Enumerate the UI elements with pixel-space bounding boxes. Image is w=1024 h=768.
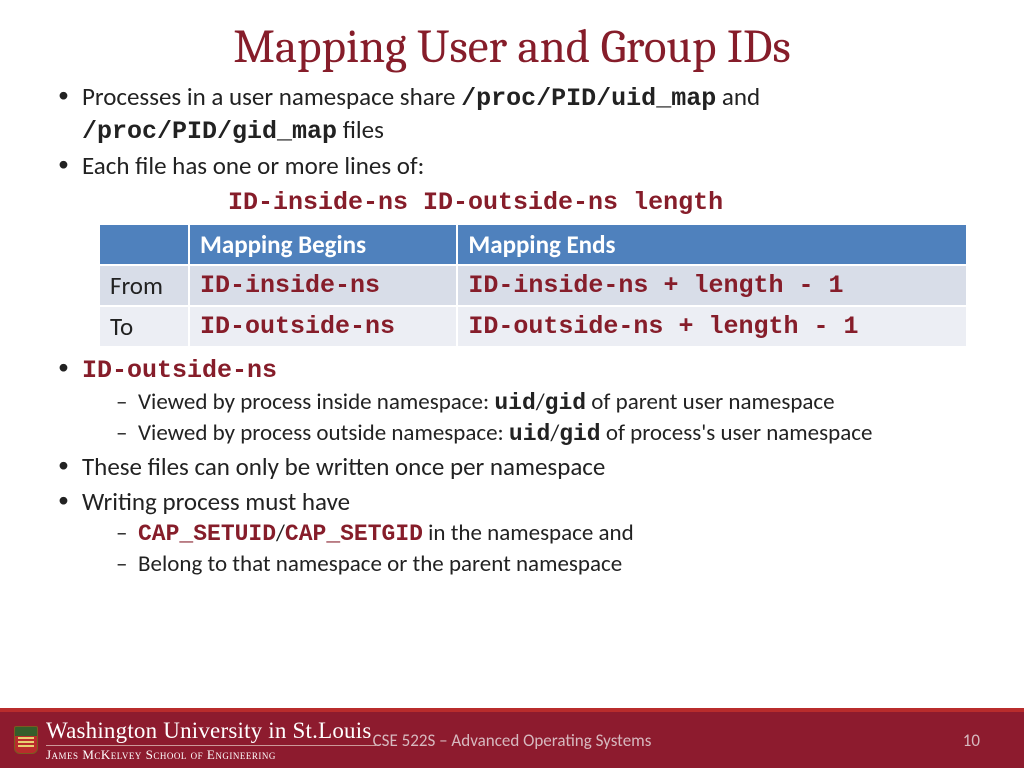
sub-bullet: Belong to that namespace or the parent n… xyxy=(112,550,976,578)
text: Processes in a user namespace share xyxy=(82,81,461,112)
bullet-3: ID-outside-ns Viewed by process inside n… xyxy=(52,354,976,449)
bullet-5: Writing process must have CAP_SETUID/CAP… xyxy=(52,487,976,579)
slide-title: Mapping User and Group IDs xyxy=(48,20,976,74)
sub-bullet: Viewed by process outside namespace: uid… xyxy=(112,419,976,448)
text: Viewed by process outside namespace: xyxy=(138,419,509,447)
code-uid-map: /proc/PID/uid_map xyxy=(461,84,716,113)
bullet-list-2: ID-outside-ns Viewed by process inside n… xyxy=(48,354,976,579)
bullet-2: Each file has one or more lines of: xyxy=(52,151,976,182)
row-label: From xyxy=(99,265,189,306)
code-cap-setgid: CAP_SETGID xyxy=(285,521,423,547)
col-begins: Mapping Begins xyxy=(189,224,457,265)
table-row: To ID-outside-ns ID-outside-ns + length … xyxy=(99,306,967,347)
text: / xyxy=(276,519,285,547)
sub-bullet: Viewed by process inside namespace: uid/… xyxy=(112,388,976,417)
text: of parent user namespace xyxy=(586,388,835,416)
footer: Washington University in St.Louis James … xyxy=(0,712,1024,768)
code-uid: uid xyxy=(494,390,535,416)
course-label: CSE 522S – Advanced Operating Systems xyxy=(0,730,1024,751)
sub-list: CAP_SETUID/CAP_SETGID in the namespace a… xyxy=(82,519,976,578)
code-cap-setuid: CAP_SETUID xyxy=(138,521,276,547)
table-corner xyxy=(99,224,189,265)
text: in the namespace and xyxy=(423,519,634,547)
bullet-list: Processes in a user namespace share /pro… xyxy=(48,82,976,182)
table-row: From ID-inside-ns ID-inside-ns + length … xyxy=(99,265,967,306)
bullet-4: These files can only be written once per… xyxy=(52,452,976,483)
cell: ID-outside-ns xyxy=(189,306,457,347)
cell: ID-inside-ns xyxy=(189,265,457,306)
text: and xyxy=(716,81,760,112)
sub-bullet: CAP_SETUID/CAP_SETGID in the namespace a… xyxy=(112,519,976,548)
text: Writing process must have xyxy=(82,486,350,517)
code-gid-map: /proc/PID/gid_map xyxy=(82,117,337,146)
text: / xyxy=(550,419,559,447)
cell: ID-inside-ns + length - 1 xyxy=(457,265,967,306)
sub-list: Viewed by process inside namespace: uid/… xyxy=(82,388,976,448)
mapping-table: Mapping Begins Mapping Ends From ID-insi… xyxy=(98,223,968,348)
text: / xyxy=(536,388,545,416)
slide: Mapping User and Group IDs Processes in … xyxy=(0,0,1024,768)
text: Viewed by process inside namespace: xyxy=(138,388,494,416)
text: files xyxy=(337,114,384,145)
text: of process's user namespace xyxy=(601,419,873,447)
col-ends: Mapping Ends xyxy=(457,224,967,265)
code-gid: gid xyxy=(545,390,586,416)
table-header-row: Mapping Begins Mapping Ends xyxy=(99,224,967,265)
page-number: 10 xyxy=(963,730,980,751)
footer-accent-line xyxy=(0,708,1024,712)
code-gid: gid xyxy=(559,421,600,447)
format-line: ID-inside-ns ID-outside-ns length xyxy=(48,188,976,217)
code-id-outside: ID-outside-ns xyxy=(82,356,277,385)
bullet-1: Processes in a user namespace share /pro… xyxy=(52,82,976,147)
code-uid: uid xyxy=(509,421,550,447)
cell: ID-outside-ns + length - 1 xyxy=(457,306,967,347)
row-label: To xyxy=(99,306,189,347)
